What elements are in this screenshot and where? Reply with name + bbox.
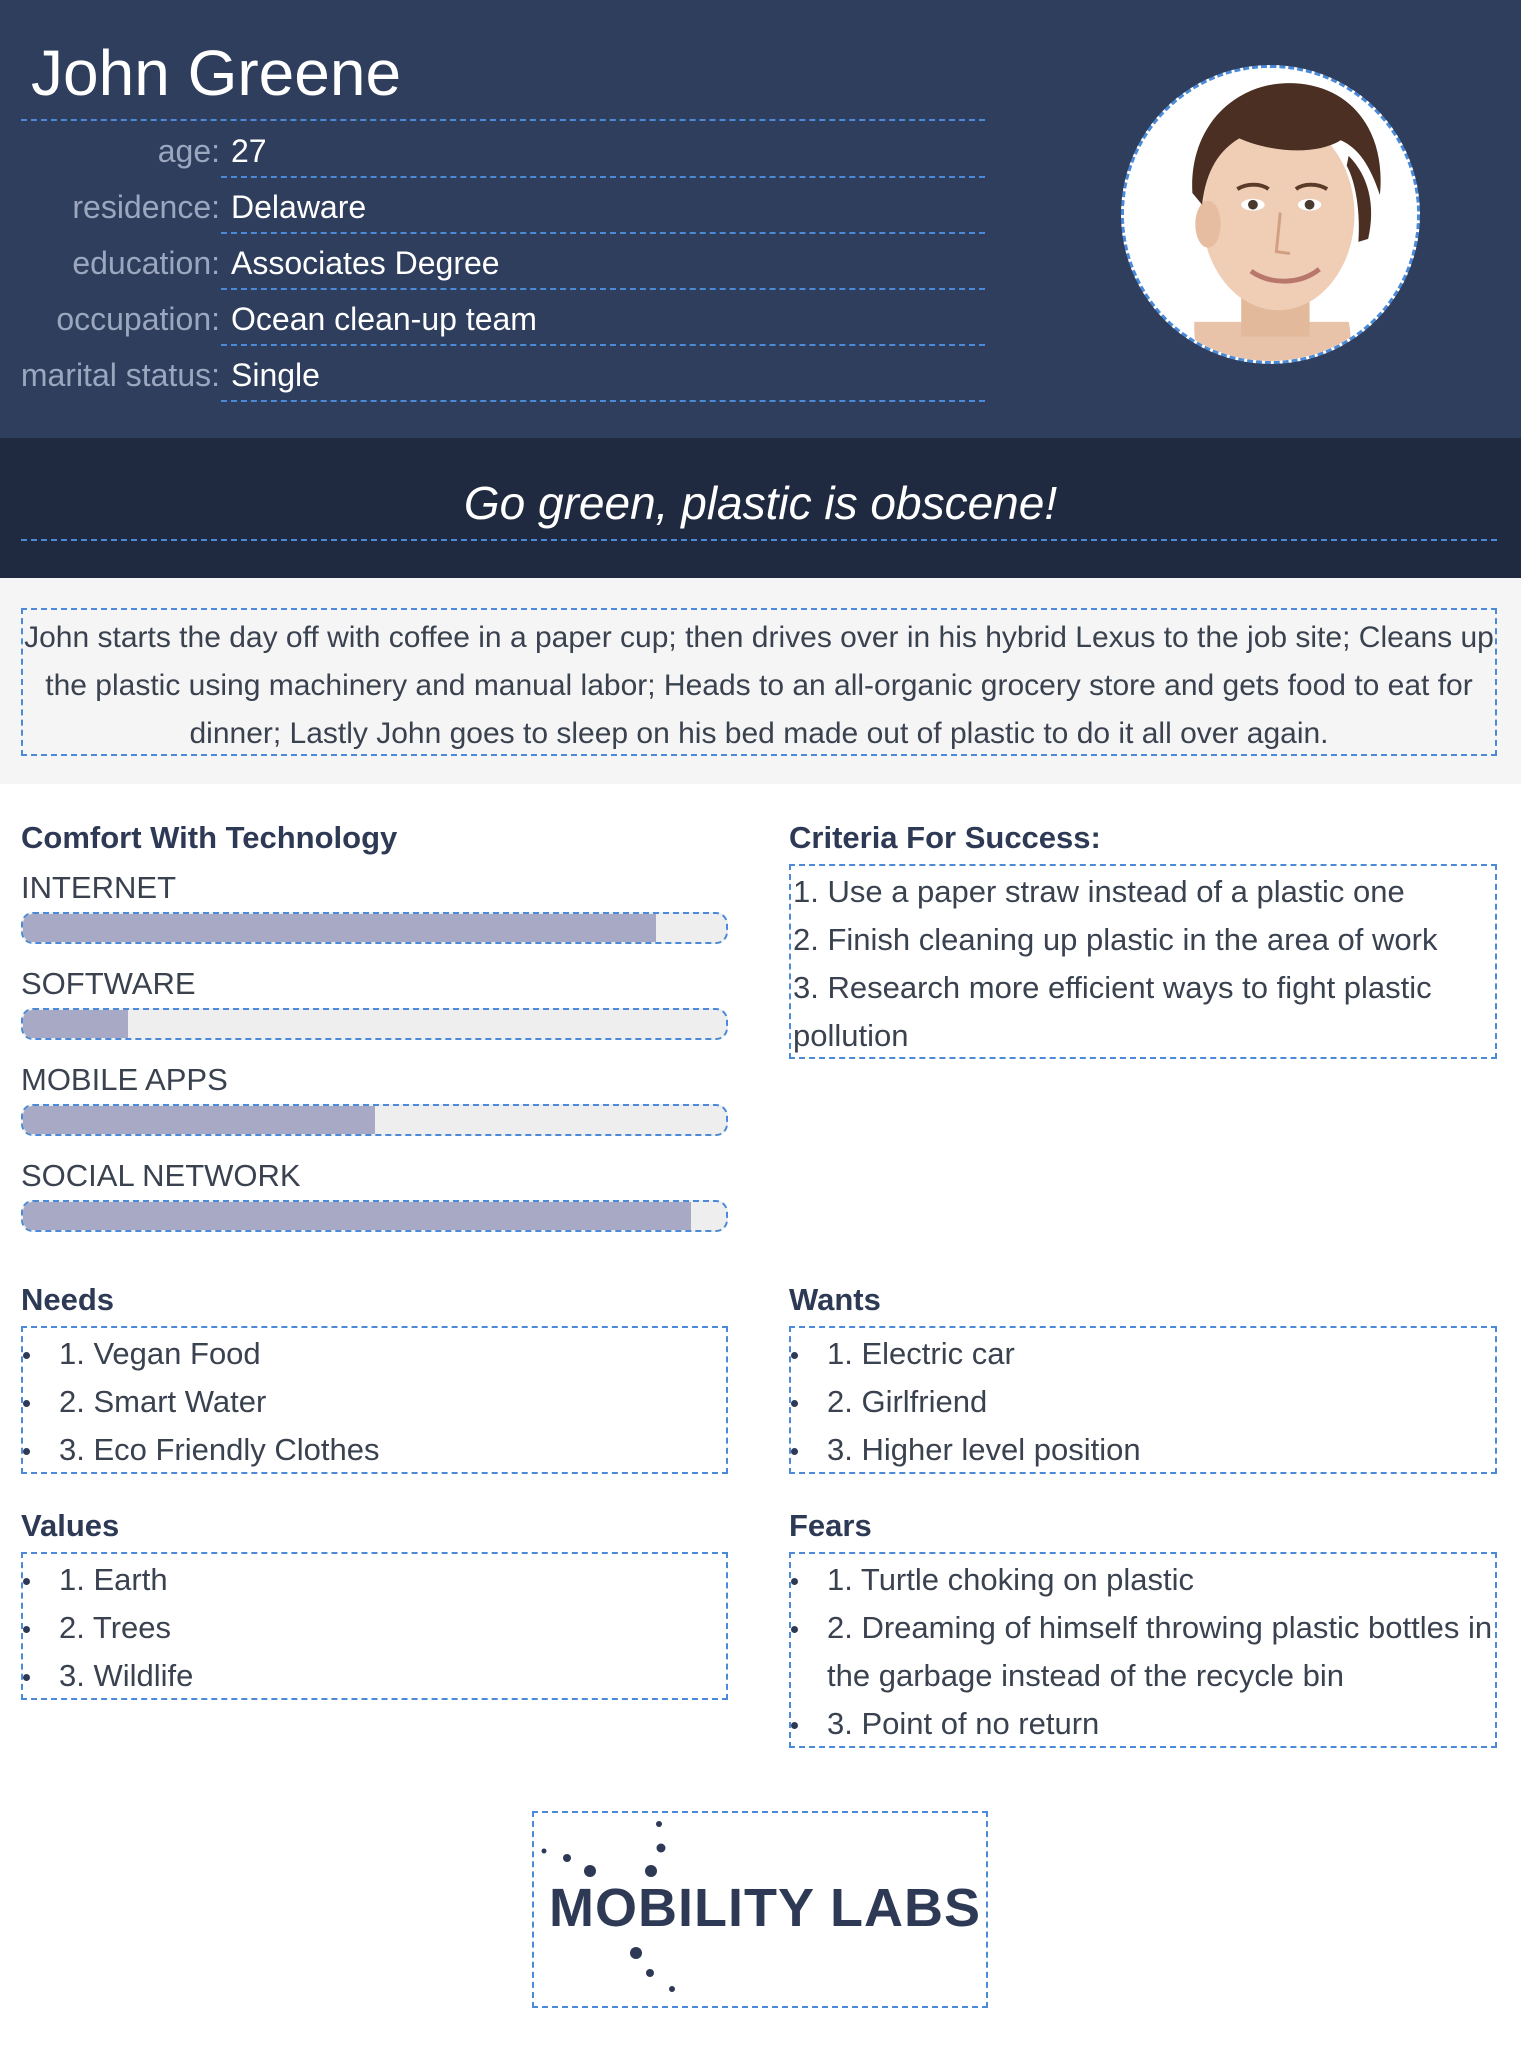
avatar-portrait-icon [1124, 68, 1417, 361]
fears-box: 1. Turtle choking on plastic 2. Dreaming… [789, 1552, 1497, 1748]
list-item: 2. Dreaming of himself throwing plastic … [791, 1604, 1495, 1700]
field-label: marital status: [20, 357, 220, 393]
list-item: 3. Wildlife [23, 1652, 726, 1700]
list-item: 3. Eco Friendly Clothes [23, 1426, 726, 1474]
criteria-item: 1. Use a paper straw instead of a plasti… [793, 874, 1405, 909]
list-item: 3. Point of no return [791, 1700, 1495, 1748]
field-value: Associates Degree [231, 245, 500, 281]
wants-title: Wants [789, 1282, 881, 1317]
tech-bar-software [21, 1008, 728, 1040]
field-value: Ocean clean-up team [231, 301, 537, 337]
field-age: age: 27 [0, 122, 985, 178]
field-occupation: occupation: Ocean clean-up team [0, 290, 985, 346]
avatar [1121, 65, 1420, 364]
list-item: 2. Trees [23, 1604, 726, 1652]
tech-bar-fill [23, 1010, 129, 1038]
list-item: 1. Turtle choking on plastic [791, 1556, 1495, 1604]
tech-label-social-network: SOCIAL NETWORK [21, 1158, 301, 1193]
field-label: education: [72, 245, 220, 281]
divider [21, 119, 985, 121]
wants-list: 1. Electric car 2. Girlfriend 3. Higher … [791, 1330, 1495, 1474]
field-label: occupation: [56, 301, 220, 337]
needs-list: 1. Vegan Food 2. Smart Water 3. Eco Frie… [23, 1330, 726, 1474]
list-item: 2. Girlfriend [791, 1378, 1495, 1426]
persona-name: John Greene [31, 37, 402, 109]
tech-bar-mobile-apps [21, 1104, 728, 1136]
tech-label-software: SOFTWARE [21, 966, 196, 1001]
field-marital-status: marital status: Single [0, 346, 985, 402]
tech-label-mobile-apps: MOBILE APPS [21, 1062, 228, 1097]
tech-bar-fill [23, 1106, 375, 1134]
fears-title: Fears [789, 1508, 872, 1543]
quote-band: Go green, plastic is obscene! [0, 438, 1521, 578]
story-band: John starts the day off with coffee in a… [0, 578, 1521, 784]
list-item: 3. Higher level position [791, 1426, 1495, 1474]
tech-bar-internet [21, 912, 728, 944]
criteria-title: Criteria For Success: [789, 820, 1101, 855]
list-item: 1. Earth [23, 1556, 726, 1604]
persona-header: John Greene age: 27 residence: Delaware … [0, 0, 1521, 438]
field-education: education: Associates Degree [0, 234, 985, 290]
technology-title: Comfort With Technology [21, 820, 398, 855]
criteria-item: 2. Finish cleaning up plastic in the are… [793, 922, 1438, 957]
values-list: 1. Earth 2. Trees 3. Wildlife [23, 1556, 726, 1700]
day-in-life-story: John starts the day off with coffee in a… [21, 608, 1497, 756]
company-logo: MOBILITY LABS [532, 1811, 988, 2008]
fears-list: 1. Turtle choking on plastic 2. Dreaming… [791, 1556, 1495, 1748]
field-label: residence: [72, 189, 220, 225]
list-item: 1. Vegan Food [23, 1330, 726, 1378]
list-item: 2. Smart Water [23, 1378, 726, 1426]
divider [221, 400, 985, 402]
tech-bar-fill [23, 1202, 691, 1230]
values-box: 1. Earth 2. Trees 3. Wildlife [21, 1552, 728, 1700]
field-label: age: [157, 133, 220, 169]
field-value: Single [231, 357, 320, 393]
needs-title: Needs [21, 1282, 115, 1317]
persona-quote: Go green, plastic is obscene! [463, 477, 1058, 529]
needs-box: 1. Vegan Food 2. Smart Water 3. Eco Frie… [21, 1326, 728, 1474]
tech-bar-social-network [21, 1200, 728, 1232]
tech-label-internet: INTERNET [21, 870, 176, 905]
values-title: Values [21, 1508, 120, 1543]
wants-box: 1. Electric car 2. Girlfriend 3. Higher … [789, 1326, 1497, 1474]
field-value: 27 [231, 133, 267, 169]
field-residence: residence: Delaware [0, 178, 985, 234]
tech-bar-fill [23, 914, 656, 942]
field-value: Delaware [231, 189, 367, 225]
criteria-box: 1. Use a paper straw instead of a plasti… [789, 864, 1497, 1059]
criteria-item: 3. Research more efficient ways to fight… [793, 970, 1432, 1053]
list-item: 1. Electric car [791, 1330, 1495, 1378]
logo-text: MOBILITY LABS [549, 1878, 982, 1938]
divider [21, 539, 1497, 541]
